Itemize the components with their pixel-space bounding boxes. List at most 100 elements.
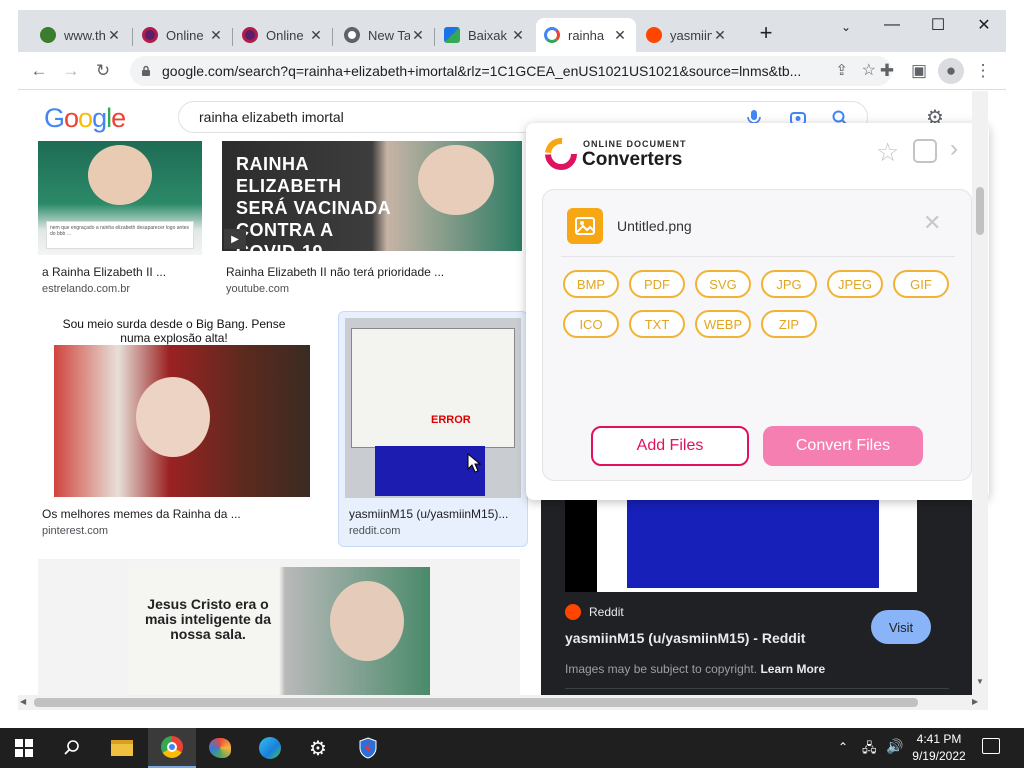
google-logo[interactable]: Google (44, 103, 126, 134)
format-webp[interactable]: WEBP (695, 310, 751, 338)
tray-chevron-icon[interactable]: ⌃ (838, 740, 848, 754)
scroll-right-icon[interactable]: ▶ (972, 697, 978, 706)
edge-icon[interactable] (246, 728, 294, 768)
file-explorer-icon[interactable] (98, 728, 146, 768)
start-icon[interactable] (0, 728, 48, 768)
volume-icon[interactable]: 🔊 (886, 738, 903, 755)
tab-www[interactable]: www.th ✕ (32, 18, 130, 52)
tab-strip: www.th ✕ Online ✕ Online ✕ New Ta ✕ Baix… (18, 10, 1006, 52)
format-txt[interactable]: TXT (629, 310, 685, 338)
tab-online-2[interactable]: Online ✕ (234, 18, 332, 52)
clock[interactable]: 4:41 PM 9/19/2022 (906, 731, 972, 765)
portrait-face (88, 145, 152, 205)
chrome-favicon (344, 27, 360, 43)
tab-online-1[interactable]: Online ✕ (134, 18, 232, 52)
chevron-right-icon[interactable]: › (950, 135, 958, 163)
result-title[interactable]: Os melhores memes da Rainha da ... (42, 507, 322, 521)
more-menu-icon[interactable]: ⋮ (970, 58, 996, 84)
settings-sliders-icon[interactable] (913, 139, 937, 163)
comic-error-text: ERROR (431, 414, 471, 426)
add-files-button[interactable]: Add Files (591, 426, 749, 466)
security-icon[interactable] (344, 728, 392, 768)
tab-rainha[interactable]: rainha ✕ (536, 18, 636, 52)
close-icon[interactable]: ✕ (712, 27, 728, 44)
scrollbar-thumb[interactable] (34, 698, 918, 707)
visit-button[interactable]: Visit (871, 610, 931, 644)
windows-taskbar: ⚙ ⌃ 🖧 🔊 4:41 PM 9/19/2022 (0, 728, 1024, 768)
format-bmp[interactable]: BMP (563, 270, 619, 298)
side-panel-icon[interactable]: ▣ (906, 58, 932, 84)
online-favicon (242, 27, 258, 43)
tab-new-tab[interactable]: New Ta ✕ (336, 18, 434, 52)
result-thumbnail[interactable]: RAINHA ELIZABETH SERÁ VACINADA CONTRA A … (222, 141, 522, 251)
network-icon[interactable]: 🖧 (862, 739, 877, 761)
chrome-icon[interactable] (148, 728, 196, 768)
play-icon[interactable]: ▶ (224, 229, 246, 249)
close-icon[interactable]: ✕ (106, 27, 122, 44)
scroll-left-icon[interactable]: ◀ (20, 697, 26, 706)
paint-icon[interactable] (196, 728, 244, 768)
result-thumbnail[interactable]: Sou meio surda desde o Big Bang. Pense n… (38, 317, 328, 497)
star-icon[interactable]: ☆ (876, 137, 899, 168)
close-icon[interactable]: ✕ (208, 27, 224, 44)
lock-icon (142, 65, 150, 76)
format-svg[interactable]: SVG (695, 270, 751, 298)
extensions-icon[interactable]: ✚ (874, 58, 900, 84)
search-icon[interactable] (48, 728, 96, 768)
scrollbar-thumb[interactable] (976, 187, 984, 235)
share-icon[interactable]: ⇪ (835, 61, 848, 79)
result-thumbnail[interactable]: nem que engraçado a rainha elizabeth des… (38, 141, 202, 255)
format-pdf[interactable]: PDF (629, 270, 685, 298)
converters-logo-icon (545, 138, 577, 170)
preview-title[interactable]: yasmiinM15 (u/yasmiinM15) - Reddit (565, 630, 805, 646)
tab-baixaki[interactable]: Baixak ✕ (436, 18, 534, 52)
remove-file-icon[interactable]: ✕ (923, 210, 941, 236)
minimize-icon[interactable]: — (870, 10, 914, 40)
notifications-icon[interactable] (982, 738, 1000, 754)
settings-icon[interactable]: ⚙ (294, 728, 342, 768)
profile-avatar-icon[interactable]: ● (938, 58, 964, 84)
format-gif[interactable]: GIF (893, 270, 949, 298)
result-source: pinterest.com (42, 525, 109, 537)
baixaki-favicon (444, 27, 460, 43)
preview-image-bg (597, 496, 917, 592)
reddit-icon (565, 604, 581, 620)
preview-site: Reddit (589, 605, 624, 619)
result-title[interactable]: a Rainha Elizabeth II ... (42, 265, 202, 279)
format-jpg[interactable]: JPG (761, 270, 817, 298)
frog-favicon (40, 27, 56, 43)
back-icon[interactable]: ← (26, 58, 52, 84)
close-icon[interactable]: ✕ (612, 27, 628, 44)
result-thumbnail[interactable]: ERROR (345, 318, 521, 498)
window-close-icon[interactable]: ✕ (962, 10, 1006, 40)
close-icon[interactable]: ✕ (308, 27, 324, 44)
new-tab-icon[interactable]: + (744, 18, 788, 48)
tab-label: Baixak (468, 27, 508, 43)
format-jpeg[interactable]: JPEG (827, 270, 883, 298)
converter-extension-popup: ONLINE DOCUMENT Converters ☆ › Untitled.… (526, 123, 989, 500)
scroll-down-icon[interactable]: ▼ (976, 677, 984, 686)
learn-more-link[interactable]: Learn More (760, 662, 825, 676)
tab-divider (132, 28, 133, 46)
result-thumbnail[interactable]: Jesus Cristo era o mais inteligente da n… (38, 559, 520, 697)
address-bar[interactable]: google.com/search?q=rainha+elizabeth+imo… (130, 56, 892, 86)
copyright-text: Images may be subject to copyright. (565, 662, 758, 676)
convert-files-button[interactable]: Convert Files (763, 426, 923, 466)
format-ico[interactable]: ICO (563, 310, 619, 338)
result-title[interactable]: yasmiinM15 (u/yasmiinM15)... (349, 507, 519, 521)
tab-search-icon[interactable]: ⌄ (824, 12, 868, 42)
forward-icon[interactable]: → (58, 58, 84, 84)
reload-icon[interactable]: ↻ (90, 58, 116, 84)
clock-time: 4:41 PM (916, 732, 962, 746)
tab-divider (232, 28, 233, 46)
horizontal-scrollbar[interactable]: ◀ ▶ (18, 695, 988, 710)
close-icon[interactable]: ✕ (410, 27, 426, 44)
maximize-icon[interactable]: ☐ (916, 10, 960, 40)
result-title[interactable]: Rainha Elizabeth II não terá prioridade … (226, 265, 516, 279)
format-zip[interactable]: ZIP (761, 310, 817, 338)
tab-yasmiin[interactable]: yasmiin ✕ (638, 18, 736, 52)
close-icon[interactable]: ✕ (510, 27, 526, 44)
result-source: reddit.com (349, 525, 401, 537)
reddit-favicon (646, 27, 662, 43)
vertical-scrollbar[interactable]: ▼ (972, 91, 988, 697)
